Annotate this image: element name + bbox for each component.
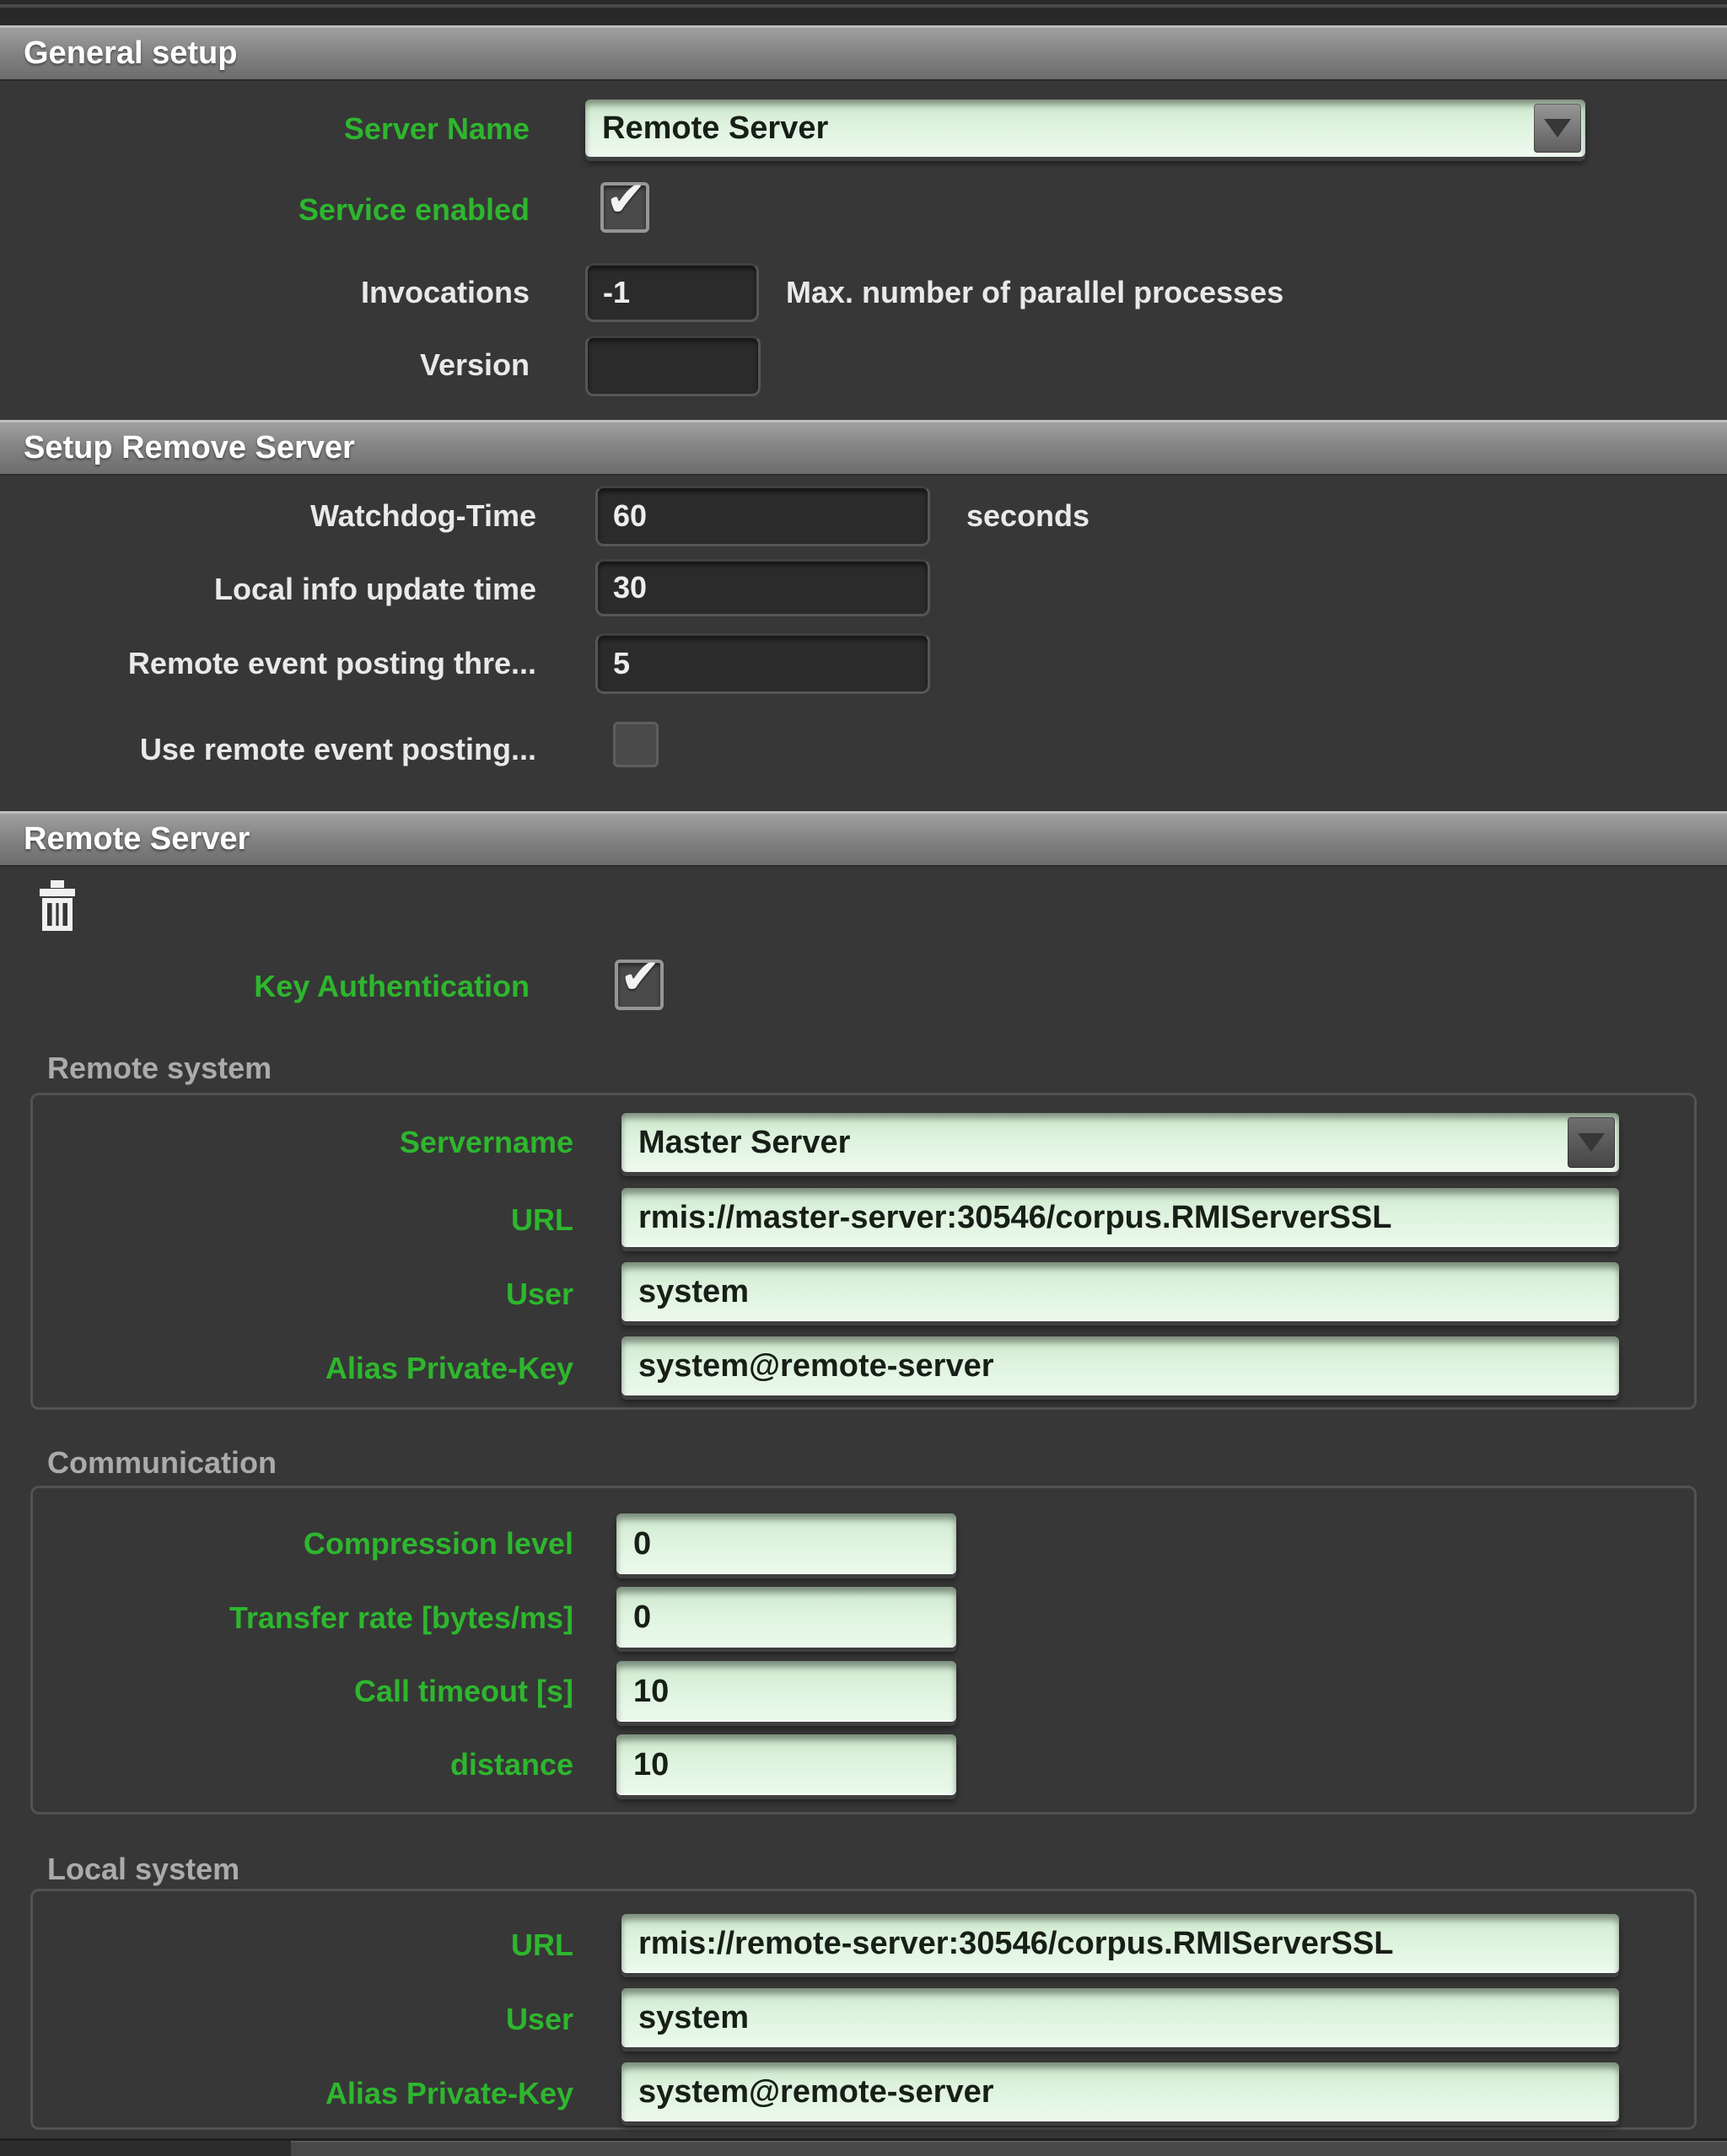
server-name-label: Server Name <box>0 110 530 148</box>
service-enabled-label: Service enabled <box>0 191 530 229</box>
remote-user-label: User <box>33 1275 573 1314</box>
call-timeout-input[interactable] <box>616 1661 956 1722</box>
section-header-remote-server: Remote Server <box>0 811 1727 867</box>
remote-url-label: URL <box>33 1201 573 1239</box>
use-remote-event-posting-checkbox[interactable] <box>613 722 659 767</box>
service-enabled-checkbox[interactable]: ✔ <box>600 182 649 233</box>
bottom-panel-edge-right <box>291 2141 1727 2156</box>
check-icon: ✔ <box>605 170 647 228</box>
call-timeout-label: Call timeout [s] <box>33 1672 573 1711</box>
watchdog-time-label: Watchdog-Time <box>0 497 536 535</box>
local-user-input[interactable] <box>621 1988 1619 2047</box>
transfer-rate-input[interactable] <box>616 1587 956 1648</box>
servername-value: Master Server <box>638 1125 850 1161</box>
check-icon: ✔ <box>620 948 661 1005</box>
version-label: Version <box>0 346 530 384</box>
communication-group-title: Communication <box>47 1444 638 1482</box>
top-panel-edge <box>0 0 1727 25</box>
local-info-update-time-input[interactable] <box>595 559 930 616</box>
remote-user-input[interactable] <box>621 1262 1619 1321</box>
watchdog-time-unit: seconds <box>966 497 1089 535</box>
bottom-panel-edge-left <box>0 2141 291 2156</box>
compression-level-label: Compression level <box>33 1524 573 1563</box>
local-alias-private-key-label: Alias Private-Key <box>33 2074 573 2113</box>
top-divider <box>0 4 1727 8</box>
remote-event-posting-threshold-input[interactable] <box>595 633 930 694</box>
local-system-group-title: Local system <box>47 1850 638 1889</box>
server-settings-panel: General setup Server Name Remote Server … <box>0 0 1727 2156</box>
remote-event-posting-threshold-label: Remote event posting thre... <box>0 644 536 683</box>
servername-select[interactable]: Master Server <box>621 1113 1619 1172</box>
server-name-value: Remote Server <box>602 110 828 147</box>
invocations-hint: Max. number of parallel processes <box>786 273 1283 312</box>
compression-level-input[interactable] <box>616 1514 956 1574</box>
delete-remote-server-button[interactable] <box>32 879 83 933</box>
section-title: General setup <box>24 35 237 72</box>
distance-input[interactable] <box>616 1734 956 1795</box>
local-user-label: User <box>33 2000 573 2039</box>
local-url-label: URL <box>33 1926 573 1965</box>
invocations-label: Invocations <box>0 273 530 312</box>
invocations-input[interactable] <box>585 263 759 322</box>
local-info-update-time-label: Local info update time <box>0 570 536 609</box>
chevron-down-icon[interactable] <box>1568 1117 1615 1168</box>
watchdog-time-input[interactable] <box>595 486 930 546</box>
remote-system-group-title: Remote system <box>47 1049 638 1088</box>
local-alias-private-key-input[interactable] <box>621 2062 1619 2121</box>
distance-label: distance <box>33 1745 573 1784</box>
remote-alias-private-key-input[interactable] <box>621 1336 1619 1395</box>
remote-alias-private-key-label: Alias Private-Key <box>33 1349 573 1388</box>
section-title: Setup Remove Server <box>24 430 355 466</box>
key-authentication-checkbox[interactable]: ✔ <box>615 960 664 1010</box>
remote-url-input[interactable] <box>621 1188 1619 1247</box>
local-url-input[interactable] <box>621 1914 1619 1973</box>
transfer-rate-label: Transfer rate [bytes/ms] <box>33 1599 573 1637</box>
section-header-general-setup: General setup <box>0 25 1727 81</box>
key-authentication-label: Key Authentication <box>0 967 530 1006</box>
section-title: Remote Server <box>24 821 250 858</box>
section-header-setup-remove-server: Setup Remove Server <box>0 420 1727 476</box>
servername-label: Servername <box>33 1123 573 1162</box>
use-remote-event-posting-label: Use remote event posting... <box>0 730 536 769</box>
version-input[interactable] <box>585 336 761 396</box>
server-name-select[interactable]: Remote Server <box>585 99 1585 157</box>
chevron-down-icon[interactable] <box>1534 104 1581 153</box>
trash-icon <box>35 879 79 932</box>
